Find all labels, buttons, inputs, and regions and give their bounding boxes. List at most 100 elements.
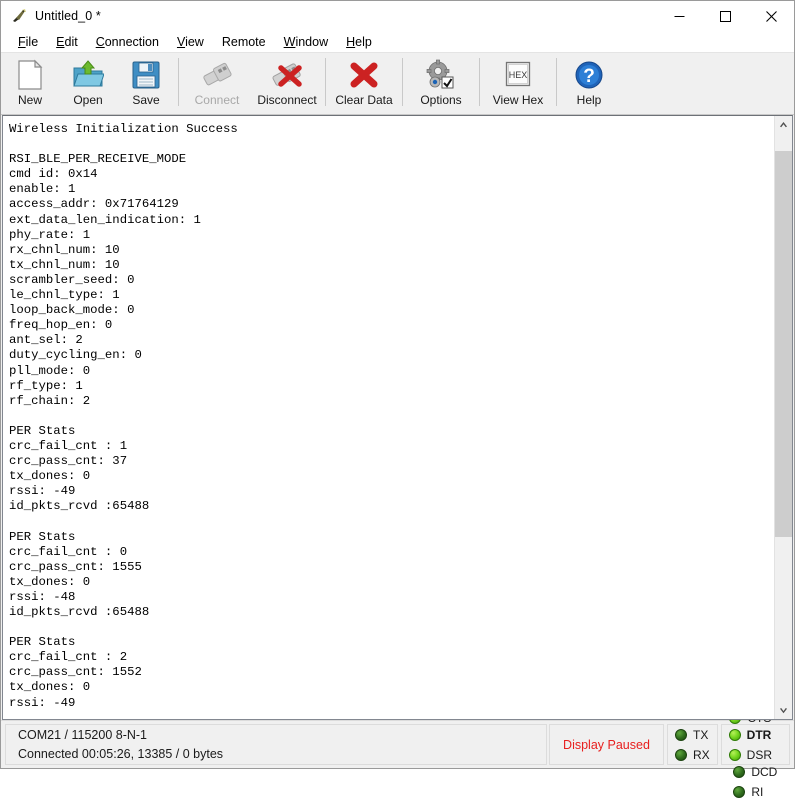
menu-item-label: elp	[355, 35, 372, 49]
menu-mnemonic: C	[96, 35, 105, 49]
led-row-dcd: DCD	[733, 763, 777, 780]
help-button[interactable]: ? Help	[560, 54, 618, 111]
clear-data-button[interactable]: Clear Data	[329, 54, 399, 111]
new-document-icon	[15, 58, 45, 92]
usb-plug-icon	[200, 58, 234, 92]
rx-led-label: RX	[693, 748, 710, 762]
connect-button[interactable]: Connect	[182, 54, 252, 111]
menu-item-view[interactable]: View	[168, 32, 213, 52]
help-question-icon: ?	[573, 58, 605, 92]
menu-item-label: iew	[185, 35, 204, 49]
led-row-rx: RX	[675, 746, 710, 763]
open-button-label: Open	[73, 93, 102, 107]
dtr-led-icon	[729, 729, 741, 741]
save-button-label: Save	[132, 93, 159, 107]
floppy-disk-icon	[131, 58, 161, 92]
led-row-tx: TX	[675, 726, 710, 743]
disconnect-button[interactable]: Disconnect	[252, 54, 322, 111]
display-state-panel[interactable]: Display Paused	[549, 724, 664, 765]
toolbar-separator	[178, 58, 179, 106]
terminal-area: Wireless Initialization Success RSI_BLE_…	[2, 115, 793, 720]
control-led-panel: RTS CTS DTR DSR	[721, 724, 790, 765]
close-button[interactable]	[748, 1, 794, 31]
menu-item-label: onnection	[105, 35, 159, 49]
clear-data-button-label: Clear Data	[335, 93, 392, 107]
menu-item-label: ile	[26, 35, 39, 49]
title-bar: Untitled_0 *	[1, 1, 794, 31]
dsr-led-icon	[729, 749, 741, 761]
ri-led-icon	[733, 786, 745, 798]
menu-item-connection[interactable]: Connection	[87, 32, 168, 52]
application-window: Untitled_0 * File Edit Connection View R…	[0, 0, 795, 769]
window-title: Untitled_0 *	[35, 9, 101, 23]
dtr-led-label: DTR	[747, 728, 772, 742]
view-hex-button-label: View Hex	[493, 93, 543, 107]
menu-item-label: dit	[65, 35, 78, 49]
save-button[interactable]: Save	[117, 54, 175, 111]
data-led-panel: TX RX	[667, 724, 718, 765]
display-paused-label: Display Paused	[563, 738, 650, 752]
tx-led-label: TX	[693, 728, 708, 742]
menu-item-help[interactable]: Help	[337, 32, 381, 52]
minimize-button[interactable]	[656, 1, 702, 31]
menu-mnemonic: W	[284, 35, 296, 49]
toolbar-separator	[402, 58, 403, 106]
port-settings-text: COM21 / 115200 8-N-1	[18, 726, 546, 745]
menu-item-window[interactable]: Window	[275, 32, 337, 52]
terminal-output[interactable]: Wireless Initialization Success RSI_BLE_…	[3, 116, 774, 719]
open-folder-icon	[72, 58, 104, 92]
toolbar-separator	[556, 58, 557, 106]
svg-text:HEX: HEX	[509, 70, 528, 80]
tx-led-icon	[675, 729, 687, 741]
connection-status-panel: COM21 / 115200 8-N-1 Connected 00:05:26,…	[5, 724, 547, 765]
connection-info-text: Connected 00:05:26, 13385 / 0 bytes	[18, 745, 546, 764]
dcd-led-icon	[733, 766, 745, 778]
scroll-up-icon[interactable]	[775, 116, 792, 133]
led-column: TX RX	[675, 726, 710, 763]
gear-settings-icon	[424, 58, 458, 92]
window-controls	[656, 1, 794, 31]
menu-mnemonic: F	[18, 35, 26, 49]
open-button[interactable]: Open	[59, 54, 117, 111]
new-button-label: New	[18, 93, 42, 107]
scroll-down-icon[interactable]	[775, 702, 792, 719]
menu-mnemonic: E	[56, 35, 64, 49]
menu-item-remote[interactable]: Remote	[213, 32, 275, 52]
scrollbar-track[interactable]	[775, 133, 792, 702]
red-x-icon	[348, 58, 380, 92]
connect-button-label: Connect	[195, 93, 240, 107]
terminal-scrollbar[interactable]	[774, 116, 792, 719]
options-button-label: Options	[420, 93, 461, 107]
options-button[interactable]: Options	[406, 54, 476, 111]
menu-mnemonic: H	[346, 35, 355, 49]
help-button-label: Help	[577, 93, 602, 107]
menu-item-file[interactable]: File	[9, 32, 47, 52]
led-row-dtr: DTR	[729, 726, 772, 743]
rocket-icon	[9, 6, 29, 26]
scrollbar-thumb[interactable]	[775, 151, 792, 537]
rx-led-icon	[675, 749, 687, 761]
menu-item-label: Remote	[222, 35, 266, 49]
menu-item-edit[interactable]: Edit	[47, 32, 87, 52]
led-row-dsr: DSR	[729, 746, 772, 763]
led-row-ri: RI	[733, 783, 777, 800]
menu-mnemonic: V	[177, 35, 185, 49]
toolbar-separator	[479, 58, 480, 106]
toolbar-separator	[325, 58, 326, 106]
ri-led-label: RI	[751, 785, 763, 799]
led-column: DTR DSR	[729, 726, 772, 763]
maximize-button[interactable]	[702, 1, 748, 31]
hex-box-icon: HEX	[501, 58, 535, 92]
dsr-led-label: DSR	[747, 748, 772, 762]
menu-item-label: indow	[295, 35, 328, 49]
disconnect-button-label: Disconnect	[257, 93, 316, 107]
menu-bar: File Edit Connection View Remote Window …	[1, 31, 794, 53]
status-bar: COM21 / 115200 8-N-1 Connected 00:05:26,…	[1, 720, 794, 768]
dcd-led-label: DCD	[751, 765, 777, 779]
toolbar: New Open	[1, 53, 794, 115]
new-button[interactable]: New	[1, 54, 59, 111]
usb-plug-disconnect-icon	[269, 58, 305, 92]
terminal-text: Wireless Initialization Success RSI_BLE_…	[9, 122, 774, 711]
svg-text:?: ?	[583, 66, 595, 87]
view-hex-button[interactable]: HEX View Hex	[483, 54, 553, 111]
